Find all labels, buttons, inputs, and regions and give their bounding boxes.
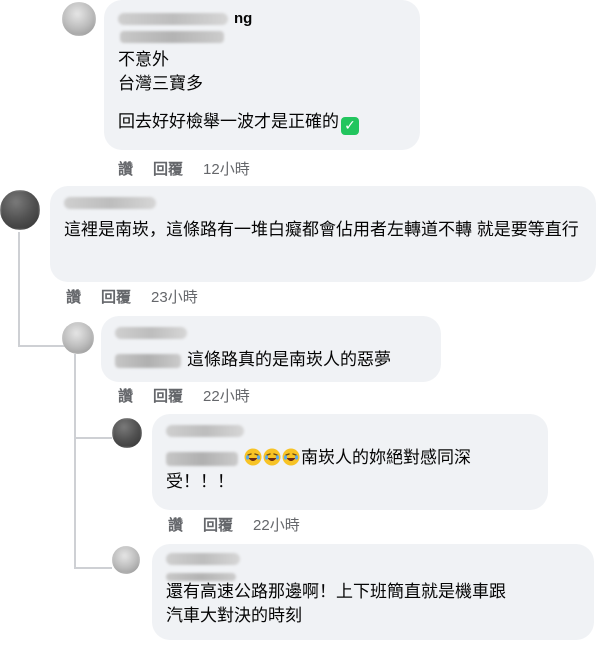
redacted-mention [115,353,181,368]
comment-text-line: 回去好好檢舉一波才是正確的 ✓ [118,110,406,135]
comment-text-line: 這條路真的是南崁人的惡夢 [115,348,427,372]
redacted-mention [120,31,224,43]
rolling-on-floor-laughing-icon [263,448,281,466]
rolling-on-floor-laughing-icon [244,448,262,466]
comment-text-line: 不意外 [118,50,169,69]
like-button[interactable]: 讚 [66,289,81,307]
comment-text-line: 還有高速公路那邊啊！上下班簡直就是機車跟 [166,582,506,601]
comment-bubble-2: 這裡是南崁，這條路有一堆白癡都會佔用者左轉道不轉 就是要等直行 [50,186,596,282]
avatar[interactable] [62,322,94,354]
reply-button[interactable]: 回覆 [203,517,233,535]
comment-text: 這條路真的是南崁人的惡夢 [187,350,391,369]
redacted-name [166,553,240,565]
redacted-name [115,327,187,339]
reply-button[interactable]: 回覆 [153,161,183,179]
comment-text-line: 南崁人的妳絕對感同深 [166,446,534,470]
redacted-mention [166,451,238,466]
comment-text-line: 汽車大對決的時刻 [166,606,302,625]
author-name-suffix: ng [234,10,253,27]
thread-line-elbow-3 [74,567,112,569]
redacted-name [166,425,244,437]
author-name[interactable]: ng [118,10,406,28]
avatar[interactable] [112,418,142,448]
author-name[interactable] [166,422,534,440]
comment-bubble-3: 這條路真的是南崁人的惡夢 [101,316,441,382]
comment-thread: ng 不意外 台灣三寶多 回去好好檢舉一波才是正確的 ✓ 讚 回覆 12小時 這裡… [0,0,597,647]
comment-bubble-1: ng 不意外 台灣三寶多 回去好好檢舉一波才是正確的 ✓ [104,0,420,150]
comment-actions: 讚 回覆 12小時 [118,161,250,179]
avatar[interactable] [62,2,96,36]
comment-actions: 讚 回覆 22小時 [168,517,300,535]
redacted-mention [166,573,236,581]
author-name[interactable] [115,324,427,342]
thread-line-sub [74,354,76,569]
comment-text-line: 受！！！ [166,472,234,491]
reply-button[interactable]: 回覆 [101,289,131,307]
comment-text-line: 台灣三寶多 [118,74,203,93]
thread-line-elbow-2 [74,437,112,439]
comment-text-line [118,96,406,110]
redacted-name [64,197,156,209]
reply-button[interactable]: 回覆 [153,388,183,406]
comment-text: 這裡是南崁，這條路有一堆白癡都會佔用者左轉道不轉 就是要等直行 [64,220,579,239]
white-check-mark-icon: ✓ [341,117,359,135]
rolling-on-floor-laughing-icon [282,448,300,466]
timestamp[interactable]: 23小時 [151,289,198,307]
avatar[interactable] [112,546,140,574]
like-button[interactable]: 讚 [118,388,133,406]
author-name[interactable] [64,194,582,212]
author-name[interactable] [166,550,580,568]
avatar[interactable] [0,190,40,230]
timestamp[interactable]: 12小時 [203,161,250,179]
timestamp[interactable]: 22小時 [203,388,250,406]
like-button[interactable]: 讚 [168,517,183,535]
thread-line-main [18,232,20,347]
redacted-name [118,13,228,25]
comment-actions: 讚 回覆 23小時 [66,289,198,307]
comment-actions: 讚 回覆 22小時 [118,388,250,406]
comment-text: 南崁人的妳絕對感同深 [301,448,471,467]
like-button[interactable]: 讚 [118,161,133,179]
thread-line-elbow-1 [18,345,66,347]
comment-bubble-4: 南崁人的妳絕對感同深 受！！！ [152,414,548,510]
comment-bubble-5: 還有高速公路那邊啊！上下班簡直就是機車跟 汽車大對決的時刻 [152,544,594,640]
timestamp[interactable]: 22小時 [253,517,300,535]
comment-text-fragment: 回去好好檢舉一波才是正確的 [118,112,339,131]
